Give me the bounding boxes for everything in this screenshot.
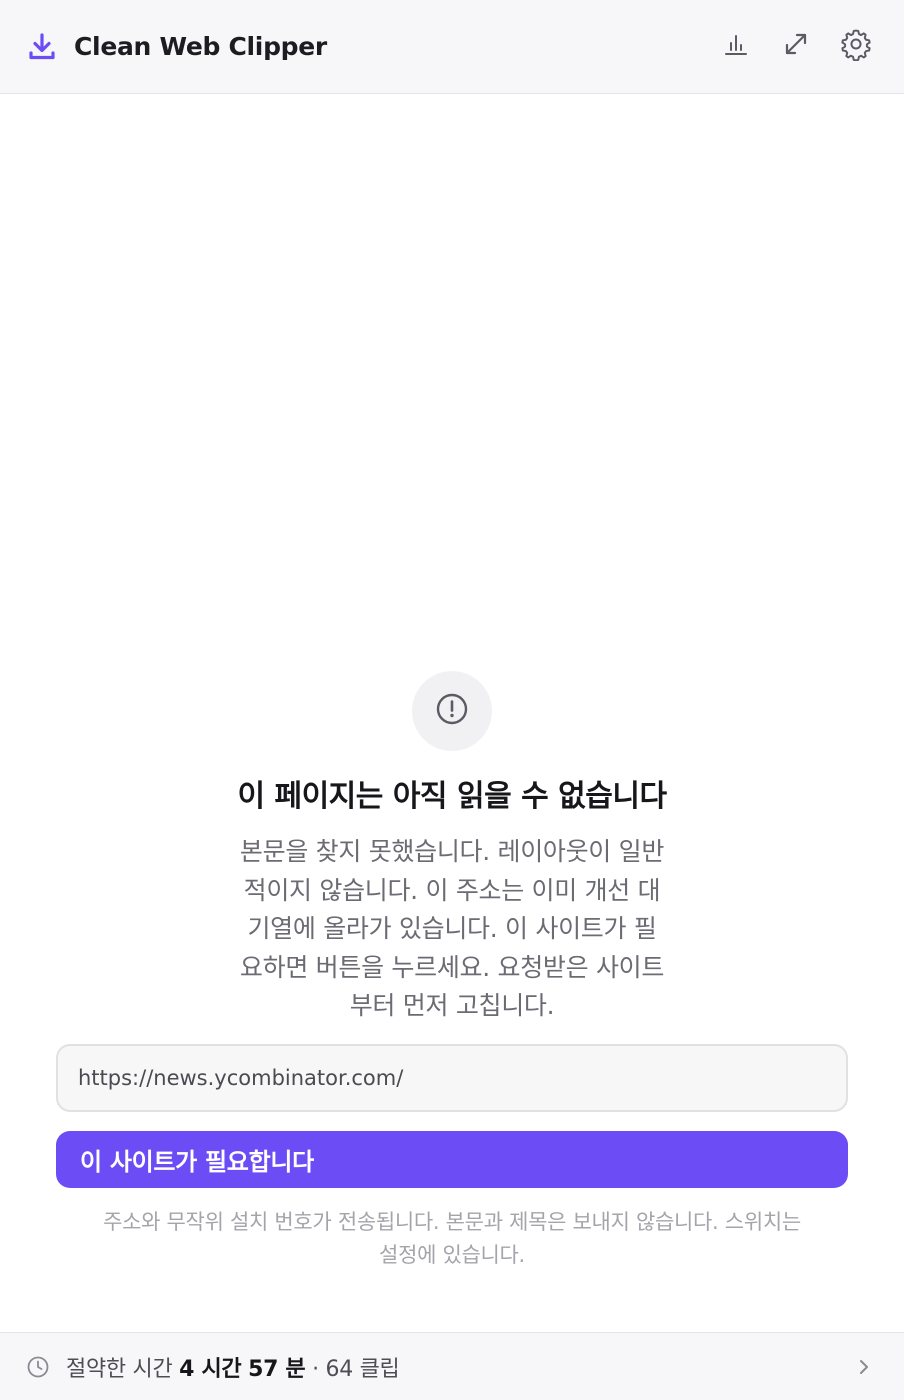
app-title: Clean Web Clipper	[74, 32, 327, 61]
description-line: 부터 먼저 고칩니다.	[349, 991, 555, 1020]
settings-button[interactable]	[838, 27, 874, 65]
request-site-button[interactable]: 이 사이트가 필요합니다	[56, 1131, 848, 1188]
description-line: 본문을 찾지 못했습니다. 레이아웃이 일반	[239, 837, 665, 866]
empty-state-description: 본문을 찾지 못했습니다. 레이아웃이 일반 적이지 않습니다. 이 주소는 이…	[218, 833, 686, 1026]
time-saved-label: 절약한 시간	[66, 1356, 173, 1382]
alert-circle-icon	[435, 692, 469, 730]
download-icon	[26, 31, 58, 63]
note-line: 주소와 무작위 설치 번호가 전송됩니다. 본문과 제목은 보내지 않습니다. …	[103, 1210, 801, 1234]
bar-chart-icon	[722, 30, 750, 62]
gear-icon	[839, 27, 873, 65]
empty-state: 이 페이지는 아직 읽을 수 없습니다 본문을 찾지 못했습니다. 레이아웃이 …	[0, 95, 904, 1332]
note-line: 설정에 있습니다.	[379, 1243, 525, 1267]
header-actions	[718, 27, 874, 65]
brand: Clean Web Clipper	[26, 31, 327, 63]
url-field[interactable]	[56, 1044, 848, 1112]
expand-button[interactable]	[778, 27, 814, 65]
app-window: Clean Web Clipper 이 페이지는 아직 읽을 수 없습니다 본문…	[0, 0, 904, 1400]
minutes-saved: 57 분	[248, 1356, 306, 1382]
time-saved-footer[interactable]: 절약한 시간 4 시간 57 분 · 64 클립	[0, 1332, 904, 1400]
privacy-note: 주소와 무작위 설치 번호가 전송됩니다. 본문과 제목은 보내지 않습니다. …	[40, 1206, 864, 1272]
description-line: 적이지 않습니다. 이 주소는 이미 개선 대	[243, 875, 661, 905]
clock-icon	[26, 1355, 50, 1379]
expand-icon	[782, 30, 810, 62]
description-line: 기열에 올라가 있습니다. 이 사이트가 필	[247, 914, 657, 943]
chevron-right-icon	[854, 1355, 874, 1379]
alert-badge	[412, 671, 492, 751]
hours-saved: 4 시간	[179, 1356, 242, 1382]
description-line: 요하면 버튼을 누르세요. 요청받은 사이트	[239, 952, 665, 982]
separator-dot: ·	[312, 1356, 319, 1382]
empty-state-title: 이 페이지는 아직 읽을 수 없습니다	[237, 779, 667, 814]
clip-count: 64 클립	[325, 1356, 400, 1382]
stats-button[interactable]	[718, 27, 754, 65]
time-saved-text: 절약한 시간 4 시간 57 분 · 64 클립	[66, 1351, 400, 1383]
header-bar: Clean Web Clipper	[0, 0, 904, 94]
